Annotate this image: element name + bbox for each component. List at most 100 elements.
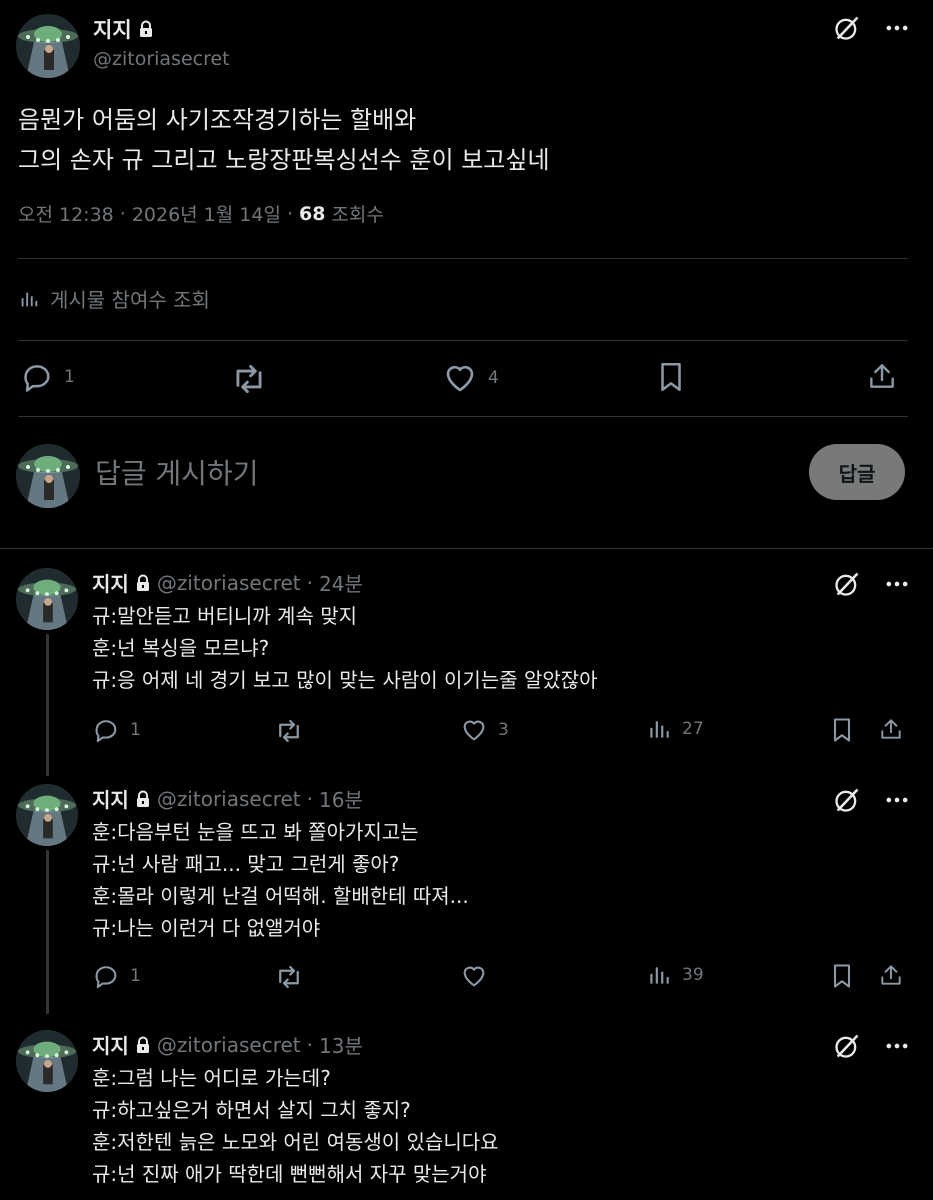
reply-time[interactable]: 24분 [319,568,363,597]
reply-line: 훈:저한텐 늙은 노모와 어린 여동생이 있습니다요 [92,1130,499,1154]
reply-submit-button[interactable]: 답글 [809,444,905,500]
repost-button[interactable] [230,360,278,398]
reply-header: 지지 @zitoriasecret · 13분 [92,1030,363,1059]
reply-count: 1 [130,720,141,740]
post-action-bar: 1 4 [18,360,908,400]
thread-line [46,634,49,776]
grok-icon[interactable] [833,570,861,598]
reply-line: 훈:몰라 이렇게 난걸 어떡해. 할배한테 따져... [92,884,469,908]
main-post: 지지 @zitoriasecret 음뭔가 어둠의 사기조작경기하는 할배와 그… [0,0,933,420]
like-icon [442,360,478,396]
like-count: 3 [498,720,509,740]
thread-line [46,850,49,1014]
share-icon [866,360,898,392]
views-button[interactable]: 39 [646,962,704,988]
post-text-line: 음뭔가 어둠의 사기조작경기하는 할배와 [18,106,417,134]
avatar[interactable] [16,14,80,78]
engagement-link[interactable]: 게시물 참여수 조회 [18,284,210,313]
divider [0,548,933,549]
share-button[interactable] [866,360,898,392]
grok-icon[interactable] [833,786,861,814]
avatar[interactable] [16,568,78,630]
reply-button[interactable]: 1 [92,716,141,744]
author-name-text[interactable]: 지지 [93,14,132,44]
more-icon[interactable] [883,570,911,598]
grok-icon[interactable] [833,14,861,42]
reply-time[interactable]: 16분 [319,784,363,813]
meta-separator: · [119,202,126,225]
reply-line: 규:나는 이런거 다 없앨거야 [92,916,321,940]
reply-button[interactable]: 1 [92,962,141,990]
lock-icon [135,790,151,808]
share-icon [878,962,904,988]
bookmark-button[interactable] [828,716,856,744]
reply-time[interactable]: 13분 [319,1030,363,1059]
author-name[interactable]: 지지 [92,1030,129,1059]
reply-top-actions [833,786,911,814]
views-icon [646,716,672,742]
post-meta: 오전 12:38 · 2026년 1월 14일 · 68 조회수 [18,200,384,227]
repost-icon [274,716,304,746]
like-button[interactable] [460,962,498,990]
views-count: 27 [682,719,704,739]
author-handle[interactable]: @zitoriasecret [157,571,301,595]
reply-button[interactable]: 1 [20,360,75,394]
bookmark-button[interactable] [654,360,688,394]
bookmark-button[interactable] [828,962,856,990]
post-top-actions [833,14,911,42]
reply-action-bar: 1 39 [92,962,908,992]
avatar[interactable] [16,784,78,846]
reply-input[interactable]: 답글 게시하기 [95,452,258,492]
views-icon [18,288,40,310]
repost-button[interactable] [274,716,304,746]
lock-icon [135,574,151,592]
reply-action-bar: 1 3 27 [92,716,908,746]
divider [18,416,908,417]
author-name[interactable]: 지지 [92,784,129,813]
views-label: 조회수 [331,204,384,226]
more-icon[interactable] [883,786,911,814]
reply-line: 규:넌 사람 패고... 맞고 그런게 좋아? [92,852,400,876]
author-name[interactable]: 지지 [93,14,154,44]
repost-icon [230,360,268,398]
share-button[interactable] [878,716,904,742]
share-button[interactable] [878,962,904,988]
bookmark-icon [828,962,856,990]
more-icon[interactable] [883,14,911,42]
reply-text: 훈:다음부턴 눈을 뜨고 봐 쫄아가지고는 규:넌 사람 패고... 맞고 그런… [92,816,469,944]
share-icon [878,716,904,742]
like-icon [460,716,488,744]
author-handle[interactable]: @zitoriasecret [93,48,230,70]
reply-line: 규:하고싶은거 하면서 살지 그치 좋지? [92,1098,411,1122]
engagement-label: 게시물 참여수 조회 [50,288,210,312]
views-button[interactable]: 27 [646,716,704,742]
reply-text: 규:말안듣고 버티니까 계속 맞지 훈:넌 복싱을 모르냐? 규:응 어제 네 … [92,600,598,696]
reply-text: 훈:그럼 나는 어디로 가는데? 규:하고싶은거 하면서 살지 그치 좋지? 훈… [92,1062,499,1190]
reply-line: 훈:그럼 나는 어디로 가는데? [92,1066,331,1090]
more-icon[interactable] [883,1032,911,1060]
repost-button[interactable] [274,962,304,992]
reply-header: 지지 @zitoriasecret · 24분 [92,568,363,597]
reply-icon [20,360,54,394]
avatar[interactable] [16,1030,78,1092]
grok-icon[interactable] [833,1032,861,1060]
like-button[interactable]: 3 [460,716,509,744]
reply-line: 규:응 어제 네 경기 보고 많이 맞는 사람이 이기는줄 알았잖아 [92,668,598,692]
author-handle[interactable]: @zitoriasecret [157,1033,301,1057]
reply-top-actions [833,1032,911,1060]
post-time[interactable]: 오전 12:38 [18,200,114,227]
reply-line: 훈:다음부턴 눈을 뜨고 봐 쫄아가지고는 [92,820,419,844]
repost-icon [274,962,304,992]
author-handle[interactable]: @zitoriasecret [157,787,301,811]
meta-separator: · [306,786,313,811]
reply-line: 규:넌 진짜 애가 딱한데 뻔뻔해서 자꾸 맞는거야 [92,1162,487,1186]
views-icon [646,962,672,988]
post-text-line: 그의 손자 규 그리고 노랑장판복싱선수 훈이 보고싶네 [18,146,550,174]
like-button[interactable]: 4 [442,360,499,396]
bookmark-icon [654,360,688,394]
lock-icon [138,20,154,38]
author-name[interactable]: 지지 [92,568,129,597]
lock-icon [135,1036,151,1054]
post-date[interactable]: 2026년 1월 14일 [132,200,281,227]
like-count: 4 [488,368,499,388]
